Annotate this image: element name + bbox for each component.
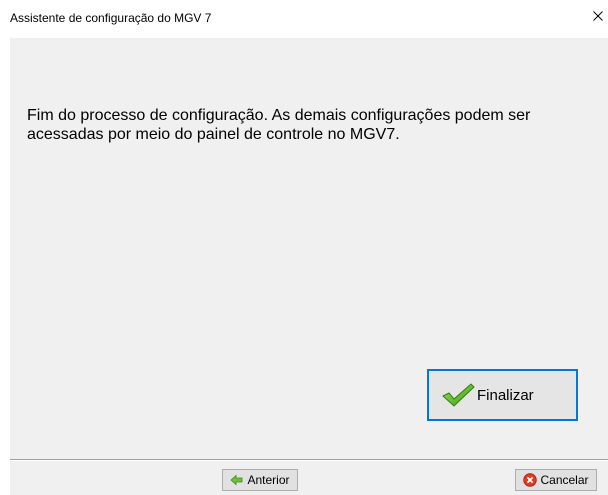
wizard-content-panel: Fim do processo de configuração. As dema… [10,38,608,495]
cancel-icon [523,473,538,487]
footer-divider [10,459,608,461]
checkmark-icon [442,383,475,407]
completion-message: Fim do processo de configuração. As dema… [27,107,531,143]
arrow-left-icon [230,474,243,486]
close-icon [593,11,603,21]
window-title: Assistente de configuração do MGV 7 [10,11,212,25]
previous-button-label: Anterior [247,473,290,487]
title-bar: Assistente de configuração do MGV 7 [0,0,608,38]
cancel-button[interactable]: Cancelar [515,469,597,491]
finalize-button-label: Finalizar [477,386,534,404]
close-button[interactable] [588,4,608,28]
finalize-button[interactable]: Finalizar [427,369,578,421]
cancel-button-label: Cancelar [540,473,589,487]
previous-button[interactable]: Anterior [222,469,298,491]
setup-wizard-window: Assistente de configuração do MGV 7 Fim … [0,0,608,495]
